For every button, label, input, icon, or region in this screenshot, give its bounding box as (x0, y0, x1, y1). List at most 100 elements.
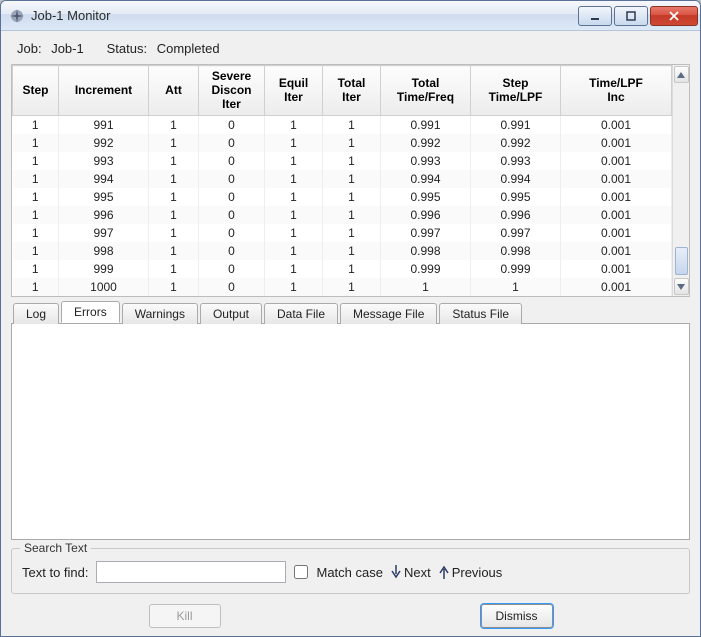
table-row[interactable]: 199610110.9960.9960.001 (13, 206, 672, 224)
table-cell: 0.995 (471, 188, 561, 206)
find-input[interactable] (96, 561, 286, 583)
tab-errors[interactable]: Errors (61, 301, 120, 323)
job-status-bar: Job: Job-1 Status: Completed (7, 35, 694, 62)
next-button[interactable]: Next (391, 565, 431, 580)
table-row[interactable]: 199510110.9950.9950.001 (13, 188, 672, 206)
table-cell: 0.001 (561, 260, 672, 278)
scroll-down-button[interactable] (674, 278, 689, 295)
column-header[interactable]: TotalTime/Freq (381, 66, 471, 116)
tab-warnings[interactable]: Warnings (122, 303, 198, 324)
table-cell: 0.992 (381, 134, 471, 152)
table-cell: 1 (13, 116, 59, 135)
table-cell: 996 (59, 206, 149, 224)
grid-body: 199110110.9910.9910.001199210110.9920.99… (13, 116, 672, 297)
column-header[interactable]: Time/LPFInc (561, 66, 672, 116)
status-value: Completed (157, 41, 220, 56)
table-cell: 997 (59, 224, 149, 242)
table-row[interactable]: 199310110.9930.9930.001 (13, 152, 672, 170)
table-cell: 0.997 (471, 224, 561, 242)
maximize-button[interactable] (614, 6, 648, 26)
table-cell: 1 (323, 134, 381, 152)
table-row[interactable]: 199410110.9940.9940.001 (13, 170, 672, 188)
table-cell: 1 (323, 188, 381, 206)
match-case-checkbox[interactable] (294, 565, 308, 579)
table-cell: 0.993 (471, 152, 561, 170)
close-button[interactable] (650, 6, 698, 26)
table-cell: 0 (199, 188, 265, 206)
previous-button[interactable]: Previous (439, 565, 503, 580)
table-row[interactable]: 199810110.9980.9980.001 (13, 242, 672, 260)
arrow-down-icon (391, 565, 401, 579)
table-cell: 0.994 (471, 170, 561, 188)
table-row[interactable]: 199910110.9990.9990.001 (13, 260, 672, 278)
table-row[interactable]: 199210110.9920.9920.001 (13, 134, 672, 152)
tab-statusfile[interactable]: Status File (439, 303, 522, 324)
column-header[interactable]: Att (149, 66, 199, 116)
column-header[interactable]: StepTime/LPF (471, 66, 561, 116)
table-cell: 0.001 (561, 242, 672, 260)
table-cell: 994 (59, 170, 149, 188)
table-row[interactable]: 110001011110.001 (13, 278, 672, 296)
table-cell: 1 (149, 278, 199, 296)
table-cell: 0.001 (561, 116, 672, 135)
column-header[interactable]: Increment (59, 66, 149, 116)
column-header[interactable]: Step (13, 66, 59, 116)
tab-content[interactable] (11, 323, 690, 540)
table-cell: 0 (199, 242, 265, 260)
table-cell: 0.001 (561, 206, 672, 224)
button-row: Kill Dismiss (7, 598, 694, 630)
tab-datafile[interactable]: Data File (264, 303, 338, 324)
table-cell: 1 (149, 206, 199, 224)
table-cell: 1 (13, 260, 59, 278)
table-cell: 0.997 (381, 224, 471, 242)
table-cell: 1 (323, 278, 381, 296)
table-cell: 1 (265, 116, 323, 135)
tab-log[interactable]: Log (13, 303, 59, 324)
scroll-up-button[interactable] (674, 66, 689, 83)
vertical-scrollbar[interactable] (672, 65, 689, 296)
table-cell: 1 (13, 242, 59, 260)
table-cell: 0.996 (471, 206, 561, 224)
dismiss-button[interactable]: Dismiss (481, 604, 553, 628)
tab-output[interactable]: Output (200, 303, 262, 324)
table-cell: 1 (149, 170, 199, 188)
table-cell: 1 (265, 242, 323, 260)
table-cell: 1 (149, 134, 199, 152)
data-grid: StepIncrementAttSevereDisconIterEquilIte… (11, 64, 690, 297)
client-area: Job: Job-1 Status: Completed StepIncreme… (1, 31, 700, 636)
table-cell: 1 (323, 116, 381, 135)
table-cell: 1 (323, 242, 381, 260)
minimize-button[interactable] (578, 6, 612, 26)
table-cell: 1 (323, 260, 381, 278)
column-header[interactable]: TotalIter (323, 66, 381, 116)
table-cell: 0.999 (381, 260, 471, 278)
table-cell: 991 (59, 116, 149, 135)
column-header[interactable]: SevereDisconIter (199, 66, 265, 116)
table-cell: 0 (199, 278, 265, 296)
table-cell: 0.995 (381, 188, 471, 206)
table-cell: 1 (265, 134, 323, 152)
job-label: Job: (17, 41, 42, 56)
table-row[interactable]: 199110110.9910.9910.001 (13, 116, 672, 135)
table-cell: 1 (13, 152, 59, 170)
tab-msgfile[interactable]: Message File (340, 303, 437, 324)
table-cell: 1 (265, 224, 323, 242)
scroll-track[interactable] (674, 84, 689, 277)
table-cell: 0.998 (471, 242, 561, 260)
table-cell: 1 (149, 224, 199, 242)
grid-viewport[interactable]: StepIncrementAttSevereDisconIterEquilIte… (12, 65, 672, 296)
table-row[interactable]: 199710110.9970.9970.001 (13, 224, 672, 242)
window-root: Job-1 Monitor Job: Job-1 Status: Complet… (0, 0, 701, 637)
titlebar[interactable]: Job-1 Monitor (1, 1, 700, 31)
table-cell: 0.001 (561, 188, 672, 206)
grid-table: StepIncrementAttSevereDisconIterEquilIte… (12, 65, 672, 296)
status-label: Status: (107, 41, 147, 56)
kill-button[interactable]: Kill (149, 604, 221, 628)
table-cell: 1 (13, 224, 59, 242)
column-header[interactable]: EquilIter (265, 66, 323, 116)
table-cell: 0.991 (471, 116, 561, 135)
table-cell: 0.992 (471, 134, 561, 152)
table-cell: 0 (199, 206, 265, 224)
scroll-thumb[interactable] (675, 247, 688, 275)
table-cell: 1 (265, 206, 323, 224)
